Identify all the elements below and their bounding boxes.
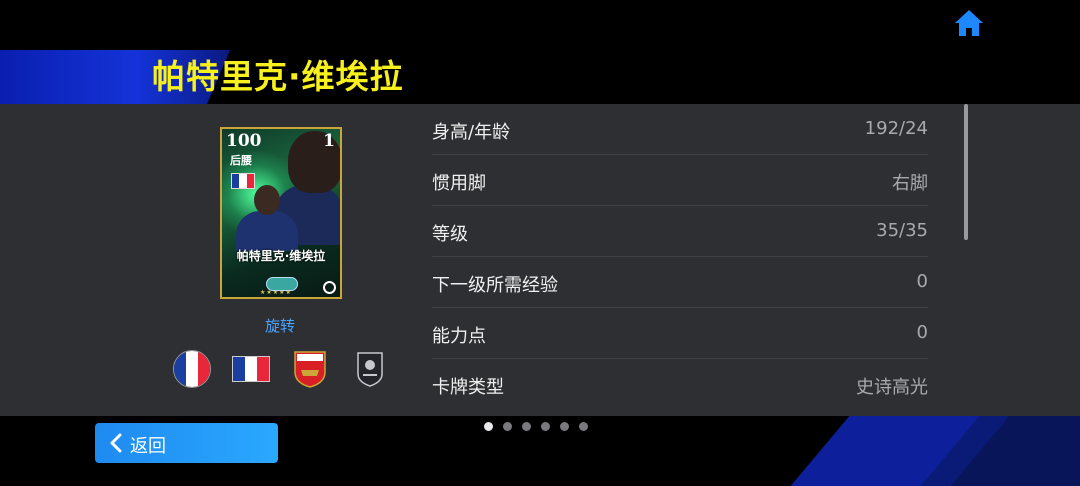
stat-row-preferred-foot: 惯用脚 右脚 bbox=[432, 155, 928, 206]
card-player-name: 帕特里克·维埃拉 bbox=[236, 249, 326, 263]
back-button-label: 返回 bbox=[130, 436, 166, 457]
stat-value: 192/24 bbox=[864, 118, 928, 139]
back-button[interactable]: 返回 bbox=[95, 423, 278, 463]
stat-row-card-type: 卡牌类型 史诗高光 bbox=[432, 359, 928, 410]
page-title: 帕特里克·维埃拉 bbox=[152, 57, 404, 96]
stat-row-height-age: 身高/年龄 192/24 bbox=[432, 104, 928, 155]
page-dot-6[interactable] bbox=[579, 422, 588, 431]
stat-value: 35/35 bbox=[876, 220, 928, 241]
card-france-flag-icon bbox=[231, 173, 255, 189]
stats-list: 身高/年龄 192/24 惯用脚 右脚 等级 35/35 下一级所需经验 0 能… bbox=[432, 104, 928, 410]
card-rank: 1 bbox=[323, 131, 335, 151]
stat-label: 卡牌类型 bbox=[432, 377, 504, 398]
arsenal-crest-icon[interactable] bbox=[293, 350, 327, 388]
stat-label: 惯用脚 bbox=[432, 173, 486, 194]
france-circle-flag-icon[interactable] bbox=[173, 350, 211, 388]
stat-label: 下一级所需经验 bbox=[432, 275, 558, 296]
stat-value: 0 bbox=[916, 322, 928, 343]
rotate-card-link[interactable]: 旋转 bbox=[265, 315, 295, 336]
stat-label: 身高/年龄 bbox=[432, 122, 511, 143]
card-player-image-small-head bbox=[254, 185, 280, 215]
stat-label: 等级 bbox=[432, 224, 468, 245]
card-stars-icon: ★★★★★ bbox=[260, 289, 292, 296]
stat-label: 能力点 bbox=[432, 326, 486, 347]
page-dot-3[interactable] bbox=[522, 422, 531, 431]
card-position: 后腰 bbox=[230, 154, 252, 167]
page-dot-2[interactable] bbox=[503, 422, 512, 431]
stat-value: 右脚 bbox=[892, 173, 928, 194]
chevron-left-icon bbox=[110, 433, 122, 453]
stat-value: 0 bbox=[916, 271, 928, 292]
pagination-dots bbox=[484, 422, 588, 431]
english-league-icon[interactable] bbox=[355, 350, 385, 388]
efootball-logo-icon bbox=[323, 281, 336, 294]
card-player-image-small-body bbox=[236, 211, 298, 251]
france-flag-icon[interactable] bbox=[232, 356, 270, 382]
page-dot-1[interactable] bbox=[484, 422, 493, 431]
stat-value: 史诗高光 bbox=[856, 377, 928, 398]
player-card[interactable]: 100 1 后腰 帕特里克·维埃拉 ★★★★★ bbox=[220, 127, 342, 299]
home-icon[interactable] bbox=[953, 8, 985, 38]
page-dot-4[interactable] bbox=[541, 422, 550, 431]
stat-row-ability-points: 能力点 0 bbox=[432, 308, 928, 359]
card-rating: 100 bbox=[226, 131, 262, 151]
stat-row-level: 等级 35/35 bbox=[432, 206, 928, 257]
stats-scrollbar[interactable] bbox=[964, 104, 968, 240]
page-dot-5[interactable] bbox=[560, 422, 569, 431]
stat-row-next-level-exp: 下一级所需经验 0 bbox=[432, 257, 928, 308]
